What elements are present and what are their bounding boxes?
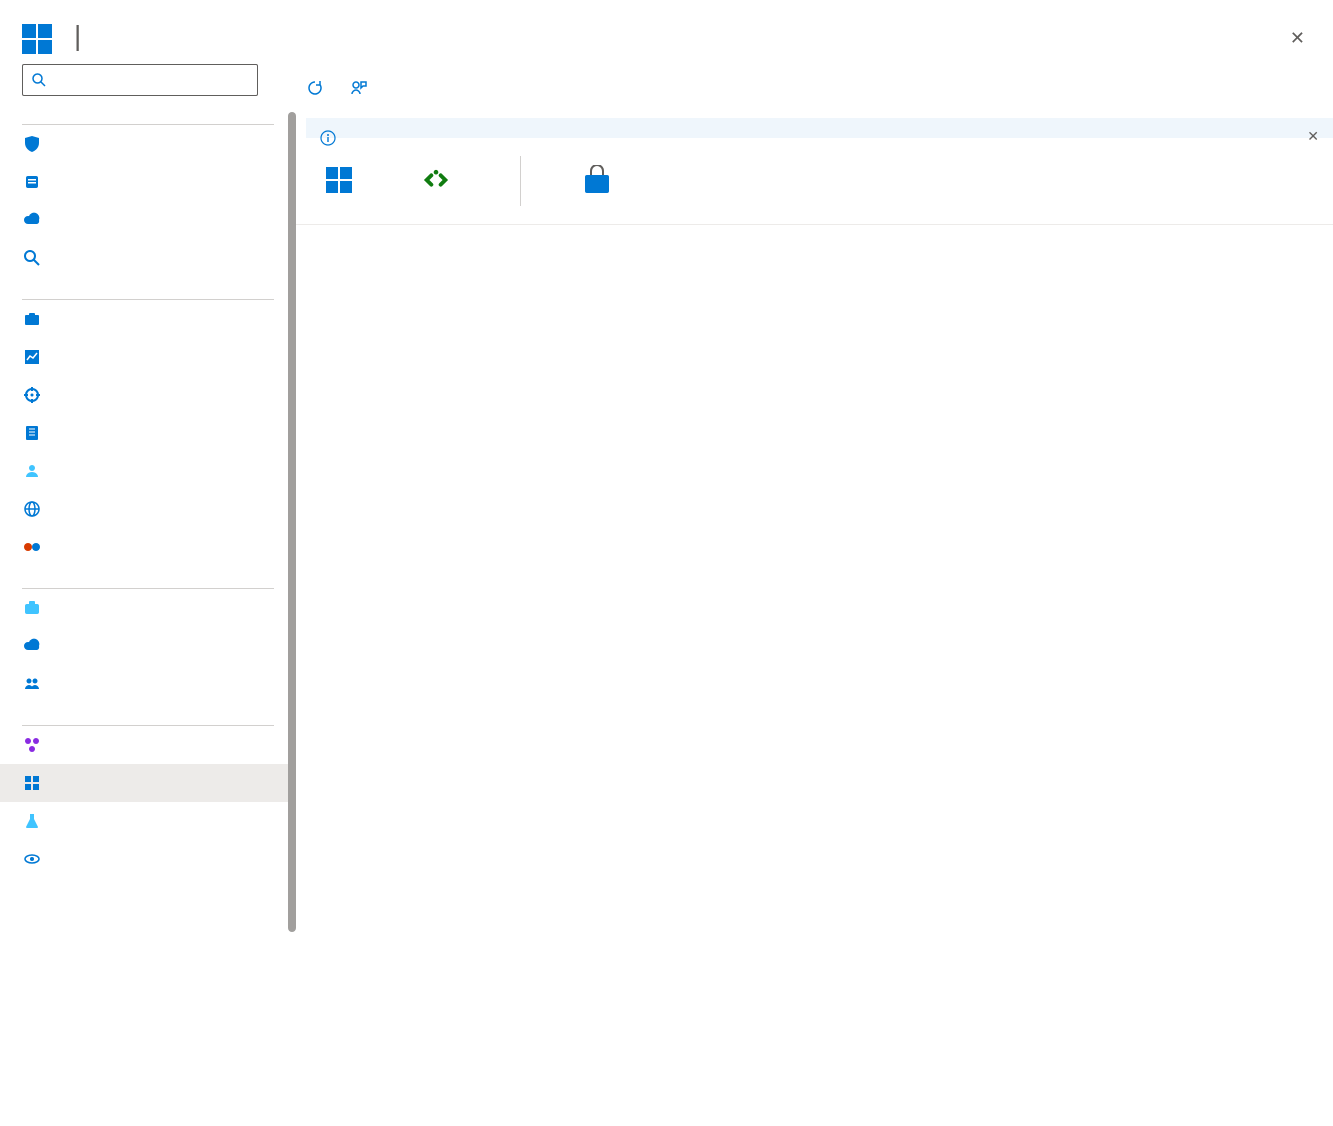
search-icon [22,248,42,268]
repo-icon [22,636,42,656]
sidebar-item-analytics[interactable] [0,802,296,840]
sidebar-item-notebooks[interactable] [0,414,296,452]
notice-close-button[interactable]: ✕ [1307,128,1319,145]
target-icon [22,385,42,405]
sidebar-item-watchlist[interactable] [0,840,296,878]
page-title: | [68,20,1309,52]
logs-icon [22,172,42,192]
sidebar-item-workbooks[interactable] [0,338,296,376]
sidebar-group-threat [0,277,296,295]
sidebar-item-mitre[interactable] [0,528,296,566]
connector-icon [22,773,42,793]
cloud-icon [22,210,42,230]
sidebar-scrollbar[interactable] [288,112,296,932]
chart-icon [22,347,42,367]
close-button[interactable]: ✕ [1290,28,1305,49]
info-banner: ✕ [306,118,1333,138]
flask-icon [22,811,42,831]
sidebar-item-incidents[interactable] [0,300,296,338]
sidebar-item-entity[interactable] [0,452,296,490]
app-icon [22,24,52,54]
sidebar-item-repos[interactable] [0,627,296,665]
notebook-icon [22,423,42,443]
search-icon [31,72,47,88]
info-icon [320,130,336,146]
shield-icon [22,134,42,154]
sidebar-item-overview[interactable] [0,125,296,163]
sidebar-item-contenthub[interactable] [0,589,296,627]
sidebar-item-news[interactable] [0,201,296,239]
sidebar-search-input[interactable] [53,72,249,88]
entity-icon [22,461,42,481]
sidebar-item-logs[interactable] [0,163,296,201]
workspace-icon [22,735,42,755]
people-icon [22,674,42,694]
sidebar-group-config [0,703,296,721]
sidebar-item-search[interactable] [0,239,296,277]
content-hub-link[interactable] [581,165,613,197]
hub-icon [22,598,42,618]
sidebar-item-dataconnectors[interactable] [0,764,296,802]
bag-icon [581,165,613,197]
sidebar-item-ti[interactable] [0,490,296,528]
sidebar-search[interactable] [22,64,258,96]
sidebar-group-general [0,102,296,120]
globe-icon [22,499,42,519]
connector-grid-icon [326,167,352,193]
sidebar-item-wsmgr[interactable] [0,726,296,764]
connected-icon [422,166,450,194]
mitre-icon [22,537,42,557]
person-feedback-icon [350,79,368,97]
briefcase-icon [22,309,42,329]
sidebar-group-content [0,566,296,584]
sidebar-item-hunting[interactable] [0,376,296,414]
refresh-button[interactable] [306,79,332,97]
sidebar-item-community[interactable] [0,665,296,703]
guides-button[interactable] [350,79,376,97]
refresh-icon [306,79,324,97]
eye-icon [22,849,42,869]
